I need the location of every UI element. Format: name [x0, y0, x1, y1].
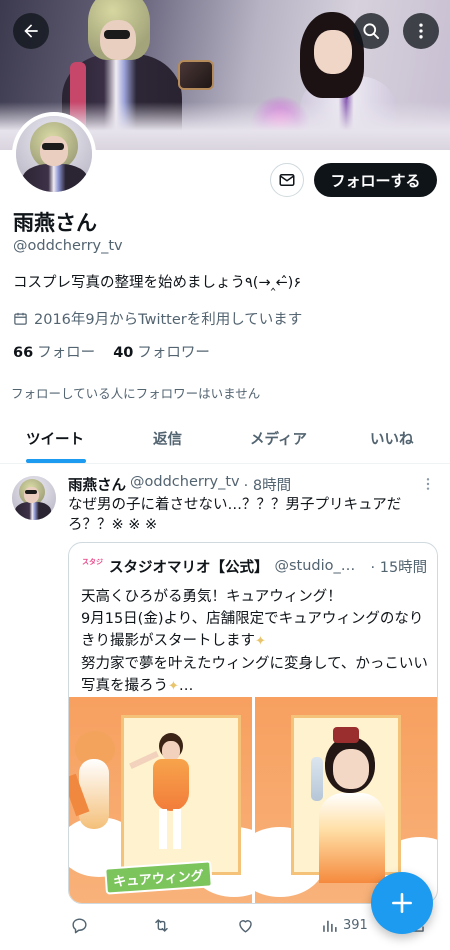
plus-icon [392, 893, 412, 913]
retweet-icon [155, 919, 168, 932]
reply-button[interactable] [70, 916, 89, 935]
mutual-followers-note: フォローしている人にフォロワーはいません [11, 386, 261, 401]
compose-tweet-button[interactable] [371, 872, 433, 934]
views-bar-icon [323, 920, 337, 932]
studio-logo: スタジオマリオ [81, 555, 103, 577]
quoted-tweet-text: 天高くひろがる勇気！キュアウィング！ 9月15日(金)より、店舗限定でキュアウィ… [81, 589, 428, 694]
search-button[interactable] [353, 13, 389, 49]
following-link[interactable]: 66 フォロー [13, 341, 95, 362]
quoted-time: · 15時間 [370, 559, 428, 576]
search-icon [363, 23, 379, 39]
tweet-time[interactable]: · 8時間 [244, 474, 291, 495]
back-button[interactable] [13, 13, 49, 49]
calendar-icon [14, 312, 27, 325]
active-tab-indicator [26, 459, 86, 463]
followers-link[interactable]: 40 フォロワー [113, 341, 210, 362]
profile-bio: コスプレ写真の整理を始めましょう٩(→‸←̂)۶ [13, 275, 302, 291]
joined-date: 2016年9月からTwitterを利用しています [13, 308, 302, 329]
tweet-text: なぜ男の子に着させない…？？？男子プリキュアだろ？？※ ※ ※ [68, 497, 402, 533]
quoted-author-handle: @studio_mario [274, 558, 365, 574]
quoted-author-name: スタジオマリオ【公式】 [109, 559, 269, 576]
envelope-icon [279, 174, 295, 186]
tweet-avatar[interactable] [12, 476, 56, 520]
quoted-tweet[interactable]: スタジオマリオ スタジオマリオ【公式】 @studio_mario · 15時間… [68, 542, 438, 904]
profile-name: 雨燕さん [13, 211, 97, 235]
retweet-button[interactable] [152, 916, 171, 935]
more-options-button[interactable] [403, 13, 439, 49]
sparkle-icon: ✦ [168, 679, 179, 694]
tab-tweets[interactable]: ツイート [26, 412, 84, 464]
tweet-author-name[interactable]: 雨燕さん [68, 474, 126, 495]
profile-avatar[interactable] [12, 112, 96, 196]
joined-text: 2016年9月からTwitterを利用しています [34, 312, 303, 328]
tab-likes[interactable]: いいね [370, 412, 414, 464]
tweet-more-icon[interactable] [420, 476, 436, 492]
quoted-tweet-header: スタジオマリオ スタジオマリオ【公式】 @studio_mario · 15時間 [81, 555, 427, 577]
quoted-image-left[interactable]: キュアウィング [69, 697, 252, 903]
more-vertical-icon [419, 23, 423, 39]
tab-replies[interactable]: 返信 [153, 412, 182, 464]
like-button[interactable] [236, 916, 255, 935]
follow-button[interactable]: フォローする [314, 163, 437, 197]
views-count: 391 [343, 918, 368, 933]
sparkle-icon: ✦ [255, 634, 266, 649]
message-button[interactable] [270, 163, 304, 197]
follow-counts: 66 フォロー 40 フォロワー [13, 341, 210, 362]
tweet-author-handle[interactable]: @oddcherry_tv [130, 474, 240, 495]
reply-icon [72, 918, 87, 934]
tab-media[interactable]: メディア [250, 412, 307, 464]
profile-tabs: ツイート 返信 メディア いいね [0, 412, 450, 464]
profile-handle: @oddcherry_tv [13, 238, 123, 254]
views-button[interactable]: 391 [320, 916, 368, 935]
heart-icon [239, 920, 252, 933]
tweet-header: 雨燕さん @oddcherry_tv · 8時間 [68, 474, 291, 495]
arrow-left-icon [24, 24, 38, 38]
